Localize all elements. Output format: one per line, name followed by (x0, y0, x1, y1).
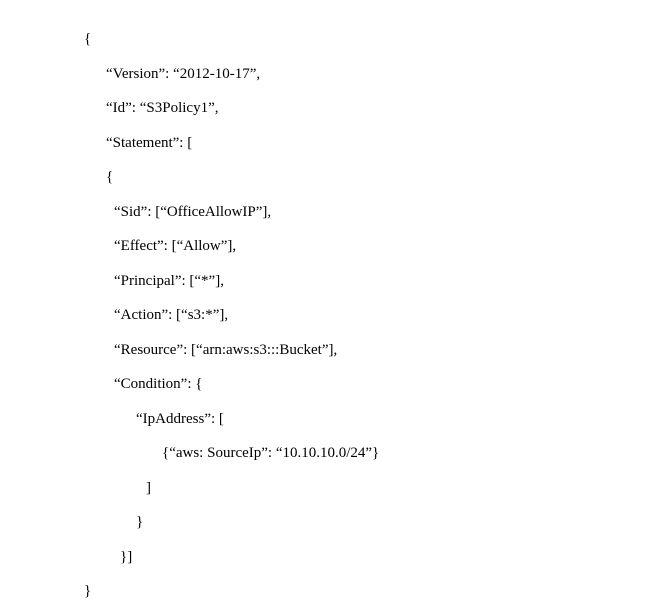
code-line: } (84, 574, 660, 609)
code-line: “Principal”: [“*”], (84, 264, 660, 299)
code-line: “Statement”: [ (84, 126, 660, 161)
code-line: {“aws: SourceIp”: “10.10.10.0/24”} (84, 436, 660, 471)
code-line: “Id”: “S3Policy1”, (84, 91, 660, 126)
code-line: “Effect”: [“Allow”], (84, 229, 660, 264)
code-line: “Action”: [“s3:*”], (84, 298, 660, 333)
code-line: “Condition”: { (84, 367, 660, 402)
code-line: “Sid”: [“OfficeAllowIP”], (84, 195, 660, 230)
code-line: “IpAddress”: [ (84, 402, 660, 437)
code-line: ] (84, 471, 660, 506)
code-line: } (84, 505, 660, 540)
code-line: { (84, 22, 660, 57)
code-line: “Version”: “2012-10-17”, (84, 57, 660, 92)
code-line: { (84, 160, 660, 195)
code-line: “Resource”: [“arn:aws:s3:::Bucket”], (84, 333, 660, 368)
code-line: }] (84, 540, 660, 575)
code-block: { “Version”: “2012-10-17”, “Id”: “S3Poli… (84, 22, 660, 609)
